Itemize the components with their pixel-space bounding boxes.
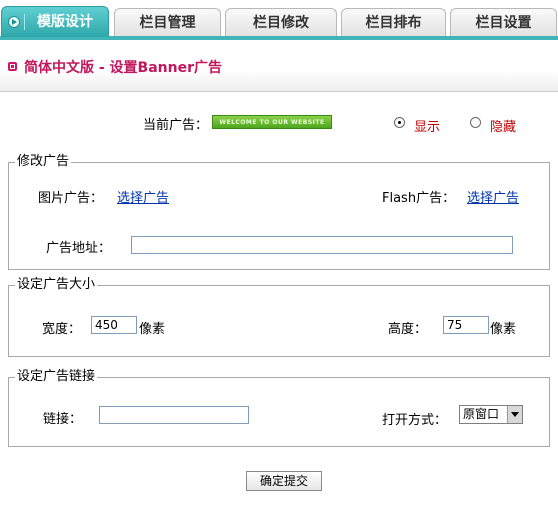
select-flash-ad-link[interactable]: 选择广告 — [467, 187, 519, 206]
show-label: 显示 — [414, 120, 441, 135]
open-mode-select[interactable]: 原窗口 — [459, 405, 523, 424]
tab-label: 栏目管理 — [139, 15, 196, 31]
width-label: 宽度： — [42, 322, 82, 337]
chevron-down-icon[interactable] — [507, 406, 522, 423]
tab-separator — [24, 14, 25, 30]
play-icon — [8, 16, 20, 28]
current-banner-image: WELCOME TO OUR WEBSITE — [212, 115, 332, 129]
tab-column-edit[interactable]: 栏目修改 — [225, 8, 337, 36]
ad-link-legend: 设定广告链接 — [15, 369, 98, 385]
ad-size-legend: 设定广告大小 — [15, 277, 98, 293]
height-label: 高度： — [388, 322, 428, 337]
flash-ad-label: Flash广告： — [382, 191, 456, 206]
show-radio[interactable] — [394, 117, 405, 128]
tab-label: 模版设计 — [37, 14, 93, 30]
width-input[interactable]: 450 — [91, 316, 137, 334]
tab-template-design[interactable]: 模版设计 — [1, 6, 109, 37]
link-label: 链接： — [43, 412, 83, 427]
tab-column-manage[interactable]: 栏目管理 — [114, 8, 221, 36]
tab-bar: 模版设计 栏目管理 栏目修改 栏目排布 栏目设置 — [0, 0, 558, 40]
ad-address-input[interactable] — [131, 236, 513, 254]
open-mode-label: 打开方式： — [382, 413, 448, 428]
tab-label: 栏目排布 — [365, 15, 422, 31]
page-header: 简体中文版 - 设置Banner广告 — [0, 45, 558, 92]
bullet-icon — [8, 62, 17, 71]
select-image-ad-link[interactable]: 选择广告 — [117, 187, 169, 206]
image-ad-label: 图片广告： — [38, 191, 104, 206]
link-input[interactable] — [99, 406, 249, 424]
hide-label: 隐藏 — [490, 120, 517, 135]
current-ad-label: 当前广告： — [143, 118, 209, 133]
submit-button[interactable]: 确定提交 — [246, 471, 322, 491]
tab-column-settings[interactable]: 栏目设置 — [450, 8, 557, 36]
modify-ad-legend: 修改广告 — [15, 154, 72, 170]
tab-label: 栏目修改 — [253, 15, 309, 31]
open-mode-value: 原窗口 — [463, 407, 500, 421]
hide-radio[interactable] — [470, 117, 481, 128]
tab-column-layout[interactable]: 栏目排布 — [341, 8, 446, 36]
width-unit: 像素 — [139, 322, 166, 337]
tab-label: 栏目设置 — [475, 15, 532, 31]
height-unit: 像素 — [490, 322, 517, 337]
ad-address-label: 广告地址： — [46, 241, 112, 256]
height-input[interactable]: 75 — [443, 316, 489, 334]
page-title: 简体中文版 - 设置Banner广告 — [24, 60, 223, 76]
